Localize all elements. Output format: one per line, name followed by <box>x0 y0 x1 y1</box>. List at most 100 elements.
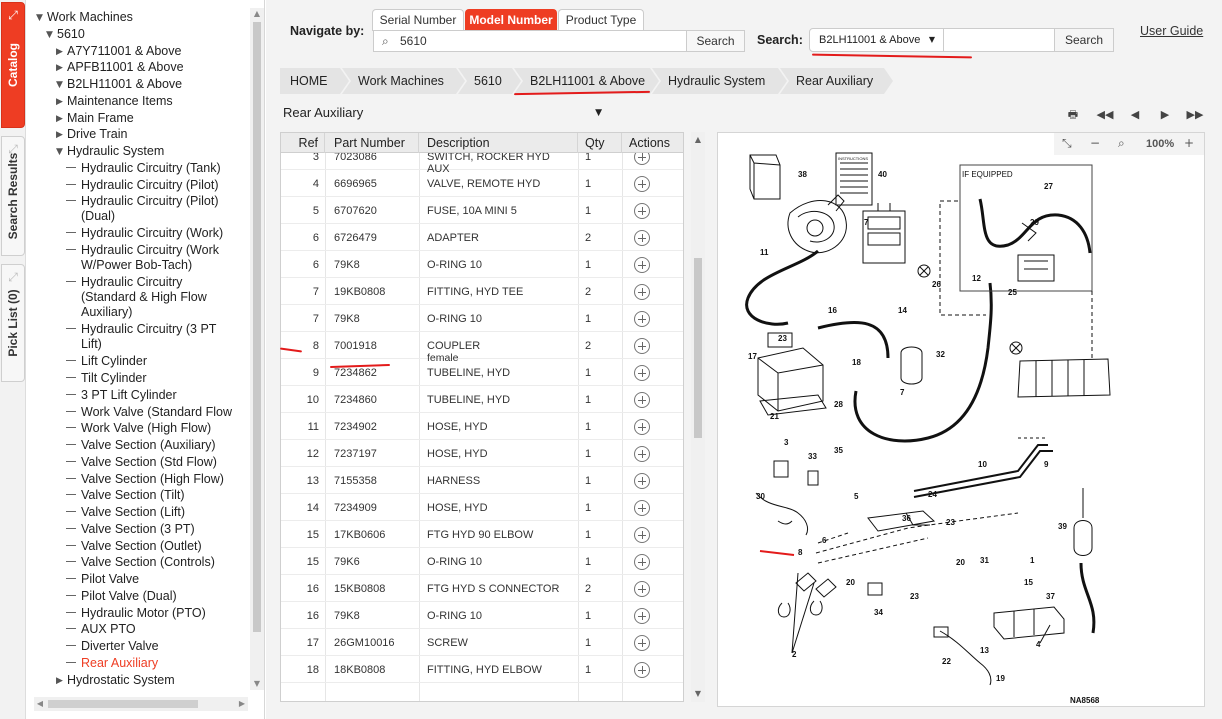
header-part-number[interactable]: Part Number <box>325 133 419 153</box>
breadcrumb-hydraulic-system[interactable]: Hydraulic System <box>652 68 789 94</box>
scroll-thumb[interactable] <box>48 700 198 708</box>
scroll-thumb[interactable] <box>253 22 261 632</box>
tree-leaf-line[interactable] <box>66 527 76 529</box>
tree-leaf-line[interactable] <box>66 544 76 546</box>
tree-item[interactable]: ▶ A7Y711001 & Above <box>56 44 181 60</box>
add-to-pick-list-icon[interactable] <box>634 473 650 489</box>
callout-label[interactable]: 34 <box>874 608 883 617</box>
last-page-icon[interactable]: ▶▶ <box>1182 106 1208 124</box>
tab-model-number[interactable]: Model Number <box>465 9 557 31</box>
scroll-down-icon[interactable]: ▼ <box>691 688 705 700</box>
callout-label[interactable]: 18 <box>852 358 861 367</box>
callout-label[interactable]: 6 <box>822 536 827 545</box>
caret-down-icon[interactable]: ▼ <box>46 28 57 43</box>
add-to-pick-list-icon[interactable] <box>634 608 650 624</box>
tree-item[interactable]: Hydraulic Circuitry (Tank) <box>66 161 221 176</box>
model-select[interactable]: B2LH11001 & Above ▼ <box>809 28 944 52</box>
model-search-input[interactable] <box>400 33 690 49</box>
tree-leaf-line[interactable] <box>66 511 76 512</box>
callout-label[interactable]: 36 <box>902 514 911 523</box>
callout-label[interactable]: 19 <box>996 674 1005 683</box>
callout-label[interactable]: 26 <box>932 280 941 289</box>
tree-leaf-line[interactable] <box>66 232 76 234</box>
tree-item[interactable]: Valve Section (3 PT) <box>66 522 195 537</box>
callout-label[interactable]: 13 <box>980 646 989 655</box>
callout-label[interactable]: 14 <box>898 306 907 315</box>
tree-item[interactable]: Valve Section (Lift) <box>66 505 185 520</box>
tree-leaf-line[interactable] <box>66 477 76 479</box>
callout-label[interactable]: 11 <box>760 248 769 257</box>
add-to-pick-list-icon[interactable] <box>634 230 650 246</box>
caret-down-icon[interactable]: ▼ <box>56 145 67 160</box>
tab-serial-number[interactable]: Serial Number <box>372 9 464 31</box>
callout-label[interactable]: 32 <box>936 350 945 359</box>
next-page-icon[interactable]: ▶ <box>1152 106 1178 124</box>
table-row[interactable]: 9 7234862 TUBELINE, HYD 1 <box>281 359 683 386</box>
callout-label[interactable]: 1 <box>1030 556 1035 565</box>
callout-label[interactable]: 29 <box>1030 218 1039 227</box>
tree-leaf-line[interactable] <box>66 393 76 395</box>
header-qty[interactable]: Qty <box>578 133 622 153</box>
tree-item[interactable]: Pilot Valve <box>66 572 139 587</box>
tree-item[interactable]: Valve Section (Controls) <box>66 555 215 570</box>
table-row[interactable]: 15 17KB0606 FTG HYD 90 ELBOW 1 <box>281 521 683 548</box>
callout-label[interactable]: 30 <box>756 492 765 501</box>
tree-leaf-line[interactable] <box>66 377 76 378</box>
tree-leaf-line[interactable] <box>66 410 76 412</box>
callout-label[interactable]: 12 <box>972 274 981 283</box>
tree-item[interactable]: Lift Cylinder <box>66 354 147 369</box>
tree-item[interactable]: ▶Electrical System <box>56 689 163 690</box>
callout-label[interactable]: 20 <box>956 558 965 567</box>
scroll-up-icon[interactable]: ▲ <box>250 8 264 20</box>
zoom-in-icon[interactable]: + <box>1184 136 1194 150</box>
add-to-pick-list-icon[interactable] <box>634 338 650 354</box>
fit-screen-icon[interactable]: ⤡ <box>1062 136 1072 151</box>
breadcrumb-serial-range[interactable]: B2LH11001 & Above <box>514 68 661 94</box>
tree-item[interactable]: Work Valve (Standard Flow <box>66 405 232 420</box>
tree-item[interactable]: ▶ Hydrostatic System <box>56 673 175 689</box>
table-row[interactable]: 16 15KB0808 FTG HYD S CONNECTOR 2 <box>281 575 683 602</box>
tree-item[interactable]: Hydraulic Circuitry (Pilot) (Dual) <box>66 194 219 224</box>
table-row[interactable]: 8 7001918 COUPLER female 2 <box>281 332 683 364</box>
tree-leaf-line[interactable] <box>66 611 76 613</box>
tree-item[interactable]: ▼ 5610 <box>46 27 85 43</box>
tree-item[interactable]: Hydraulic Circuitry (Standard & High Flow… <box>66 275 207 320</box>
callout-label[interactable]: 21 <box>770 412 779 421</box>
scroll-thumb[interactable] <box>694 258 702 438</box>
zoom-search-icon[interactable]: ⌕ <box>1118 136 1125 151</box>
callout-label[interactable]: 7 <box>864 218 869 227</box>
callout-label[interactable]: 4 <box>1036 640 1041 649</box>
tree-item[interactable]: ▼ Work Machines <box>36 10 133 26</box>
add-to-pick-list-icon[interactable] <box>634 419 650 435</box>
add-to-pick-list-icon[interactable] <box>634 153 650 165</box>
header-actions[interactable]: Actions <box>622 133 683 153</box>
callout-label[interactable]: 8 <box>798 548 803 557</box>
tree-item[interactable]: Pilot Valve (Dual) <box>66 589 177 604</box>
tab-product-type[interactable]: Product Type <box>558 9 644 31</box>
tree-leaf-line[interactable] <box>66 281 76 282</box>
table-row[interactable]: 6 79K8 O-RING 10 1 <box>281 251 683 278</box>
tree-item[interactable]: 3 PT Lift Cylinder <box>66 388 177 403</box>
tree-item[interactable]: Valve Section (Outlet) <box>66 539 202 554</box>
callout-label[interactable]: 38 <box>798 170 807 179</box>
callout-label[interactable]: 16 <box>828 306 837 315</box>
table-row[interactable]: 11 7234902 HOSE, HYD 1 <box>281 413 683 440</box>
caret-right-icon[interactable]: ▶ <box>56 95 67 110</box>
table-row[interactable]: 14 7234909 HOSE, HYD 1 <box>281 494 683 521</box>
tree-item[interactable]: Tilt Cylinder <box>66 371 147 386</box>
add-to-pick-list-icon[interactable] <box>634 311 650 327</box>
caret-right-icon[interactable]: ▶ <box>56 45 67 60</box>
caret-down-icon[interactable]: ▼ <box>36 11 47 26</box>
callout-label[interactable]: 23 <box>946 518 955 527</box>
tree-leaf-line[interactable] <box>66 200 76 202</box>
table-row[interactable]: 15 79K6 O-RING 10 1 <box>281 548 683 575</box>
callout-label[interactable]: 33 <box>808 452 817 461</box>
header-ref[interactable]: Ref <box>281 133 325 153</box>
parts-diagram[interactable]: 38 40 27 7 11 29 26 12 25 16 14 23 17 32 18 28 7 21 3 33 35 1… <box>717 132 1205 707</box>
callout-label[interactable]: 23 <box>778 334 787 343</box>
callout-label[interactable]: 15 <box>1024 578 1033 587</box>
tree-item[interactable]: Valve Section (Std Flow) <box>66 455 217 470</box>
callout-label[interactable]: 24 <box>928 490 937 499</box>
callout-label[interactable]: 37 <box>1046 592 1055 601</box>
tree-item[interactable]: Valve Section (High Flow) <box>66 472 224 487</box>
